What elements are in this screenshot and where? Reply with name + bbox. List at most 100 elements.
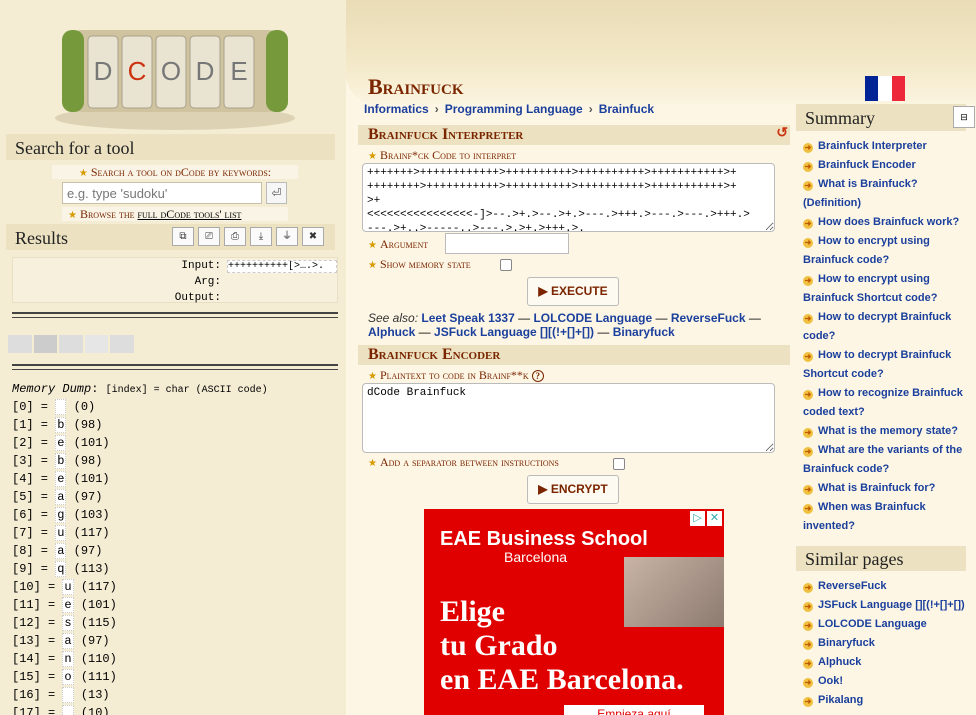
breadcrumb-item[interactable]: Informatics bbox=[364, 102, 429, 116]
search-input[interactable] bbox=[62, 182, 262, 204]
logo-letter: D bbox=[196, 56, 215, 86]
bullet-arrow-icon: ➜ bbox=[803, 219, 813, 229]
plaintext-label: ★ Plaintext to code in Brainf**k ? bbox=[368, 368, 544, 383]
page-title: Brainfuck bbox=[368, 74, 464, 99]
logo-letter: D bbox=[94, 56, 113, 86]
similar-page-item[interactable]: ➜ Pikalang bbox=[803, 691, 971, 710]
blurred-output bbox=[8, 335, 134, 353]
ad-badges: ▷ ✕ bbox=[690, 511, 722, 526]
encrypt-button[interactable]: ▶ ENCRYPT bbox=[527, 475, 619, 504]
adchoices-icon[interactable]: ▷ bbox=[690, 511, 705, 526]
memory-row: [8] = a (97) bbox=[12, 543, 103, 559]
save-icon[interactable]: ⎚ bbox=[198, 227, 220, 246]
similar-page-item[interactable]: ➜ Ook! bbox=[803, 672, 971, 691]
summary-item[interactable]: ➜ What are the variants of the Brainfuck … bbox=[803, 441, 971, 479]
result-toolbar: ⧉ ⎚ ⎙ ⤓ ⏚ ✖ bbox=[172, 227, 324, 247]
execute-button[interactable]: ▶ EXECUTE bbox=[527, 277, 619, 306]
bullet-arrow-icon: ➜ bbox=[803, 447, 813, 457]
memory-row: [9] = q (113) bbox=[12, 561, 110, 577]
memory-rows: [0] = (0) [1] = b (98) [2] = e (101) [3] = … bbox=[12, 398, 342, 715]
results-io-box: Input: ++++++++++[>….>. Arg: Output: bbox=[12, 257, 338, 304]
similar-page-item[interactable]: ➜ ReverseFuck bbox=[803, 577, 971, 596]
similar-pages-title: Similar pages bbox=[796, 546, 966, 571]
output-label: Output: bbox=[174, 292, 221, 304]
summary-list: ➜ Brainfuck Interpreter ➜ Brainfuck Encoder… bbox=[803, 137, 971, 536]
memory-row: [12] = s (115) bbox=[12, 615, 117, 631]
memory-row: [6] = g (103) bbox=[12, 507, 110, 523]
print-icon[interactable]: ⎙ bbox=[224, 227, 246, 246]
divider bbox=[12, 312, 338, 318]
argument-input[interactable] bbox=[445, 233, 569, 254]
browse-tools-link[interactable]: full dCode tools' list bbox=[138, 207, 242, 221]
memory-row: [7] = u (117) bbox=[12, 525, 110, 541]
logo-letter: O bbox=[161, 56, 181, 86]
see-also: See also: Leet Speak 1337 — LOLCODE Lang… bbox=[368, 311, 761, 339]
memory-row: [4] = e (101) bbox=[12, 471, 110, 487]
summary-item[interactable]: ➜ How does Brainfuck work? bbox=[803, 213, 971, 232]
see-also-link[interactable]: LOLCODE Language bbox=[533, 311, 652, 325]
summary-item[interactable]: ➜ How to decrypt Brainfuck code? bbox=[803, 308, 971, 346]
see-also-link[interactable]: Alphuck bbox=[368, 325, 415, 339]
summary-item[interactable]: ➜ How to decrypt Brainfuck Shortcut code? bbox=[803, 346, 971, 384]
bullet-arrow-icon: ➜ bbox=[803, 428, 813, 438]
dcode-logo[interactable]: D C O D E bbox=[42, 0, 308, 132]
similar-page-item[interactable]: ➜ Binaryfuck bbox=[803, 634, 971, 653]
see-also-link[interactable]: Leet Speak 1337 bbox=[421, 311, 514, 325]
ad-cta-button[interactable]: Empieza aquí bbox=[564, 705, 704, 715]
brainfuck-code-input[interactable]: +++++++>++++++++++++>++++++++++>++++++++… bbox=[362, 163, 775, 232]
bullet-arrow-icon: ➜ bbox=[803, 504, 813, 514]
see-also-link[interactable]: ReverseFuck bbox=[671, 311, 746, 325]
similar-page-item[interactable]: ➜ Alphuck bbox=[803, 653, 971, 672]
summary-toggle-icon[interactable]: ⊟ bbox=[953, 106, 975, 128]
close-icon[interactable]: ✖ bbox=[302, 227, 324, 246]
pin-icon[interactable]: ⏚ bbox=[276, 227, 298, 246]
memory-dump-header: Memory Dump: [index] = char (ASCII code) bbox=[12, 382, 268, 396]
memory-row: [5] = a (97) bbox=[12, 489, 103, 505]
star-icon: ★ bbox=[368, 260, 377, 271]
output-row: Output: bbox=[42, 292, 337, 304]
arg-label: Arg: bbox=[194, 276, 221, 288]
ad-headline: Elige tu Grado en EAE Barcelona. bbox=[440, 595, 684, 696]
see-also-link[interactable]: JSFuck Language [][(!+[]+[]) bbox=[434, 325, 594, 339]
main-content: Brainfuck Informatics › Programming Lang… bbox=[346, 0, 976, 715]
summary-item[interactable]: ➜ How to encrypt using Brainfuck code? bbox=[803, 232, 971, 270]
plaintext-input[interactable]: dCode Brainfuck bbox=[362, 383, 775, 453]
help-icon[interactable]: ? bbox=[531, 370, 544, 382]
see-also-link[interactable]: Binaryfuck bbox=[613, 325, 675, 339]
reset-icon[interactable]: ↺ bbox=[776, 125, 788, 142]
search-submit-button[interactable]: ⏎ bbox=[266, 182, 287, 204]
bullet-arrow-icon: ➜ bbox=[803, 238, 813, 248]
copy-icon[interactable]: ⧉ bbox=[172, 227, 194, 246]
ad-brand: EAE Business School Barcelona bbox=[440, 528, 648, 565]
show-memory-checkbox[interactable] bbox=[500, 259, 512, 271]
ad-close-icon[interactable]: ✕ bbox=[707, 511, 722, 526]
summary-item[interactable]: ➜ Brainfuck Encoder bbox=[803, 156, 971, 175]
separator-label: ★ Add a separator between instructions bbox=[368, 455, 559, 469]
summary-item[interactable]: ➜ How to encrypt using Brainfuck Shortcut… bbox=[803, 270, 971, 308]
similar-page-item[interactable]: ➜ JSFuck Language [][(!+[]+[]) bbox=[803, 596, 971, 615]
french-flag-icon[interactable] bbox=[865, 76, 905, 101]
download-icon[interactable]: ⤓ bbox=[250, 227, 272, 246]
input-value: ++++++++++[>….>. bbox=[227, 260, 337, 273]
summary-item[interactable]: ➜ What is the memory state? bbox=[803, 422, 971, 441]
summary-item[interactable]: ➜ What is Brainfuck for? bbox=[803, 479, 971, 498]
divider bbox=[12, 364, 338, 370]
summary-item[interactable]: ➜ What is Brainfuck? (Definition) bbox=[803, 175, 971, 213]
memory-row: [11] = e (101) bbox=[12, 597, 117, 613]
breadcrumb-item[interactable]: Programming Language bbox=[445, 102, 583, 116]
breadcrumb-item[interactable]: Brainfuck bbox=[599, 102, 654, 116]
advertisement[interactable]: ▷ ✕ EAE Business School Barcelona Elige tu… bbox=[424, 509, 724, 715]
summary-item[interactable]: ➜ Brainfuck Interpreter bbox=[803, 137, 971, 156]
summary-item[interactable]: ➜ How to recognize Brainfuck coded text? bbox=[803, 384, 971, 422]
memory-row: [13] = a (97) bbox=[12, 633, 110, 649]
encoder-section-title: Brainfuck Encoder bbox=[358, 345, 790, 365]
separator-checkbox[interactable] bbox=[613, 458, 625, 470]
star-icon: ★ bbox=[78, 168, 88, 179]
similar-page-item[interactable]: ➜ LOLCODE Language bbox=[803, 615, 971, 634]
code-field-label: ★ Brainf*ck Code to interpret bbox=[368, 148, 517, 162]
arg-value bbox=[227, 276, 337, 288]
summary-item[interactable]: ➜ When was Brainfuck invented? bbox=[803, 498, 971, 536]
memory-row: [15] = o (111) bbox=[12, 669, 117, 685]
arg-row: Arg: bbox=[42, 276, 337, 288]
bullet-arrow-icon: ➜ bbox=[803, 659, 813, 669]
